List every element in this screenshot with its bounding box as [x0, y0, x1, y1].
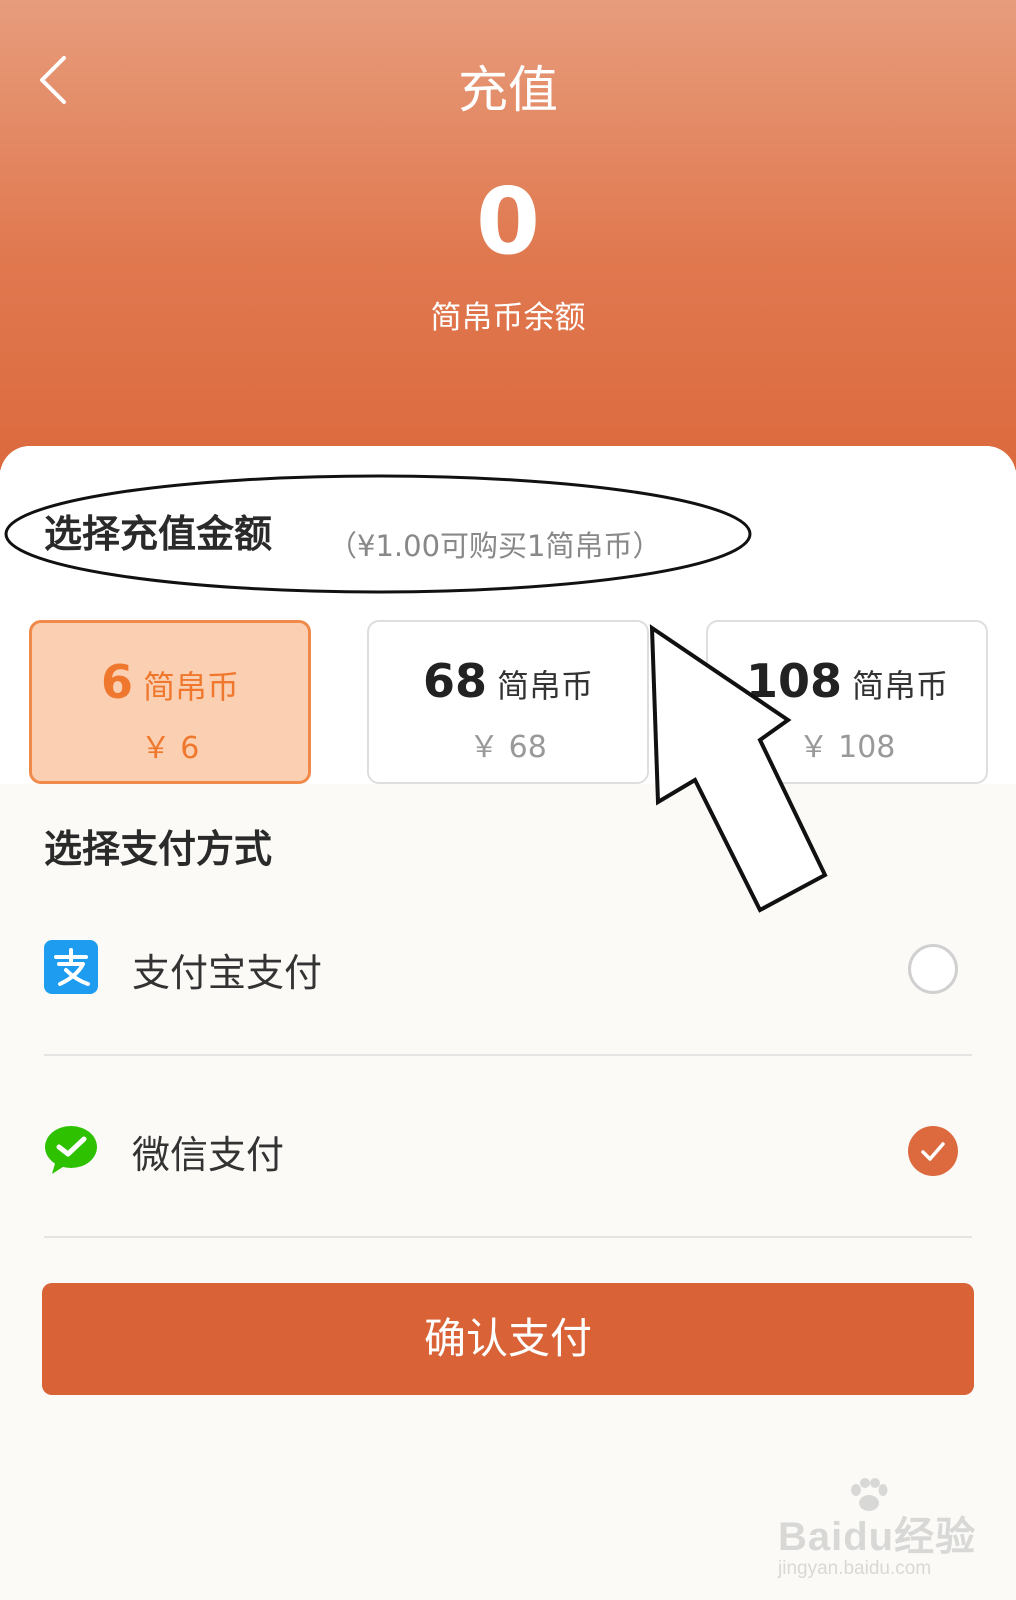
price-label: ￥ 6: [140, 731, 200, 766]
price-label: ￥ 108: [798, 730, 896, 765]
payment-option-wechat[interactable]: 微信支付: [44, 1056, 972, 1238]
radio-checked[interactable]: [908, 1126, 958, 1176]
amount-option-68[interactable]: 68 简帛币 ￥ 68: [367, 620, 649, 784]
page-title: 充值: [458, 61, 558, 119]
coin-unit: 简帛币: [143, 668, 240, 706]
amount-option-108[interactable]: 108 简帛币 ￥ 108: [706, 620, 988, 784]
balance-label: 简帛币余额: [430, 300, 586, 336]
wechat-pay-icon: [45, 1126, 97, 1174]
payment-option-label: 支付宝支付: [132, 951, 323, 995]
coin-amount: 108: [745, 654, 842, 708]
header: 充值 0 简帛币余额: [0, 0, 1016, 470]
confirm-payment-button[interactable]: 确认支付: [42, 1283, 974, 1395]
amount-option-6[interactable]: 6 简帛币 ￥ 6: [29, 620, 311, 784]
coin-amount: 68: [422, 654, 487, 708]
coin-unit: 简帛币: [852, 667, 949, 705]
amount-option-main: 68 简帛币: [369, 654, 647, 708]
payment-option-alipay[interactable]: 支付宝支付: [44, 874, 972, 1056]
alipay-icon: [44, 940, 98, 994]
amount-option-main: 108 简帛币: [708, 654, 986, 708]
amount-option-main: 6 简帛币: [32, 655, 308, 709]
coin-unit: 简帛币: [497, 667, 594, 705]
amount-section-title: 选择充值金额: [44, 512, 273, 556]
price-label: ￥ 68: [469, 730, 547, 765]
payment-section-title: 选择支付方式: [44, 827, 273, 871]
balance-value: 0: [475, 168, 540, 275]
amount-hint: （¥1.00可购买1简帛币）: [328, 529, 662, 563]
checkmark-icon: [921, 1142, 945, 1161]
coin-amount: 6: [100, 655, 133, 709]
radio-unchecked[interactable]: [908, 944, 958, 994]
payment-option-label: 微信支付: [132, 1133, 285, 1177]
